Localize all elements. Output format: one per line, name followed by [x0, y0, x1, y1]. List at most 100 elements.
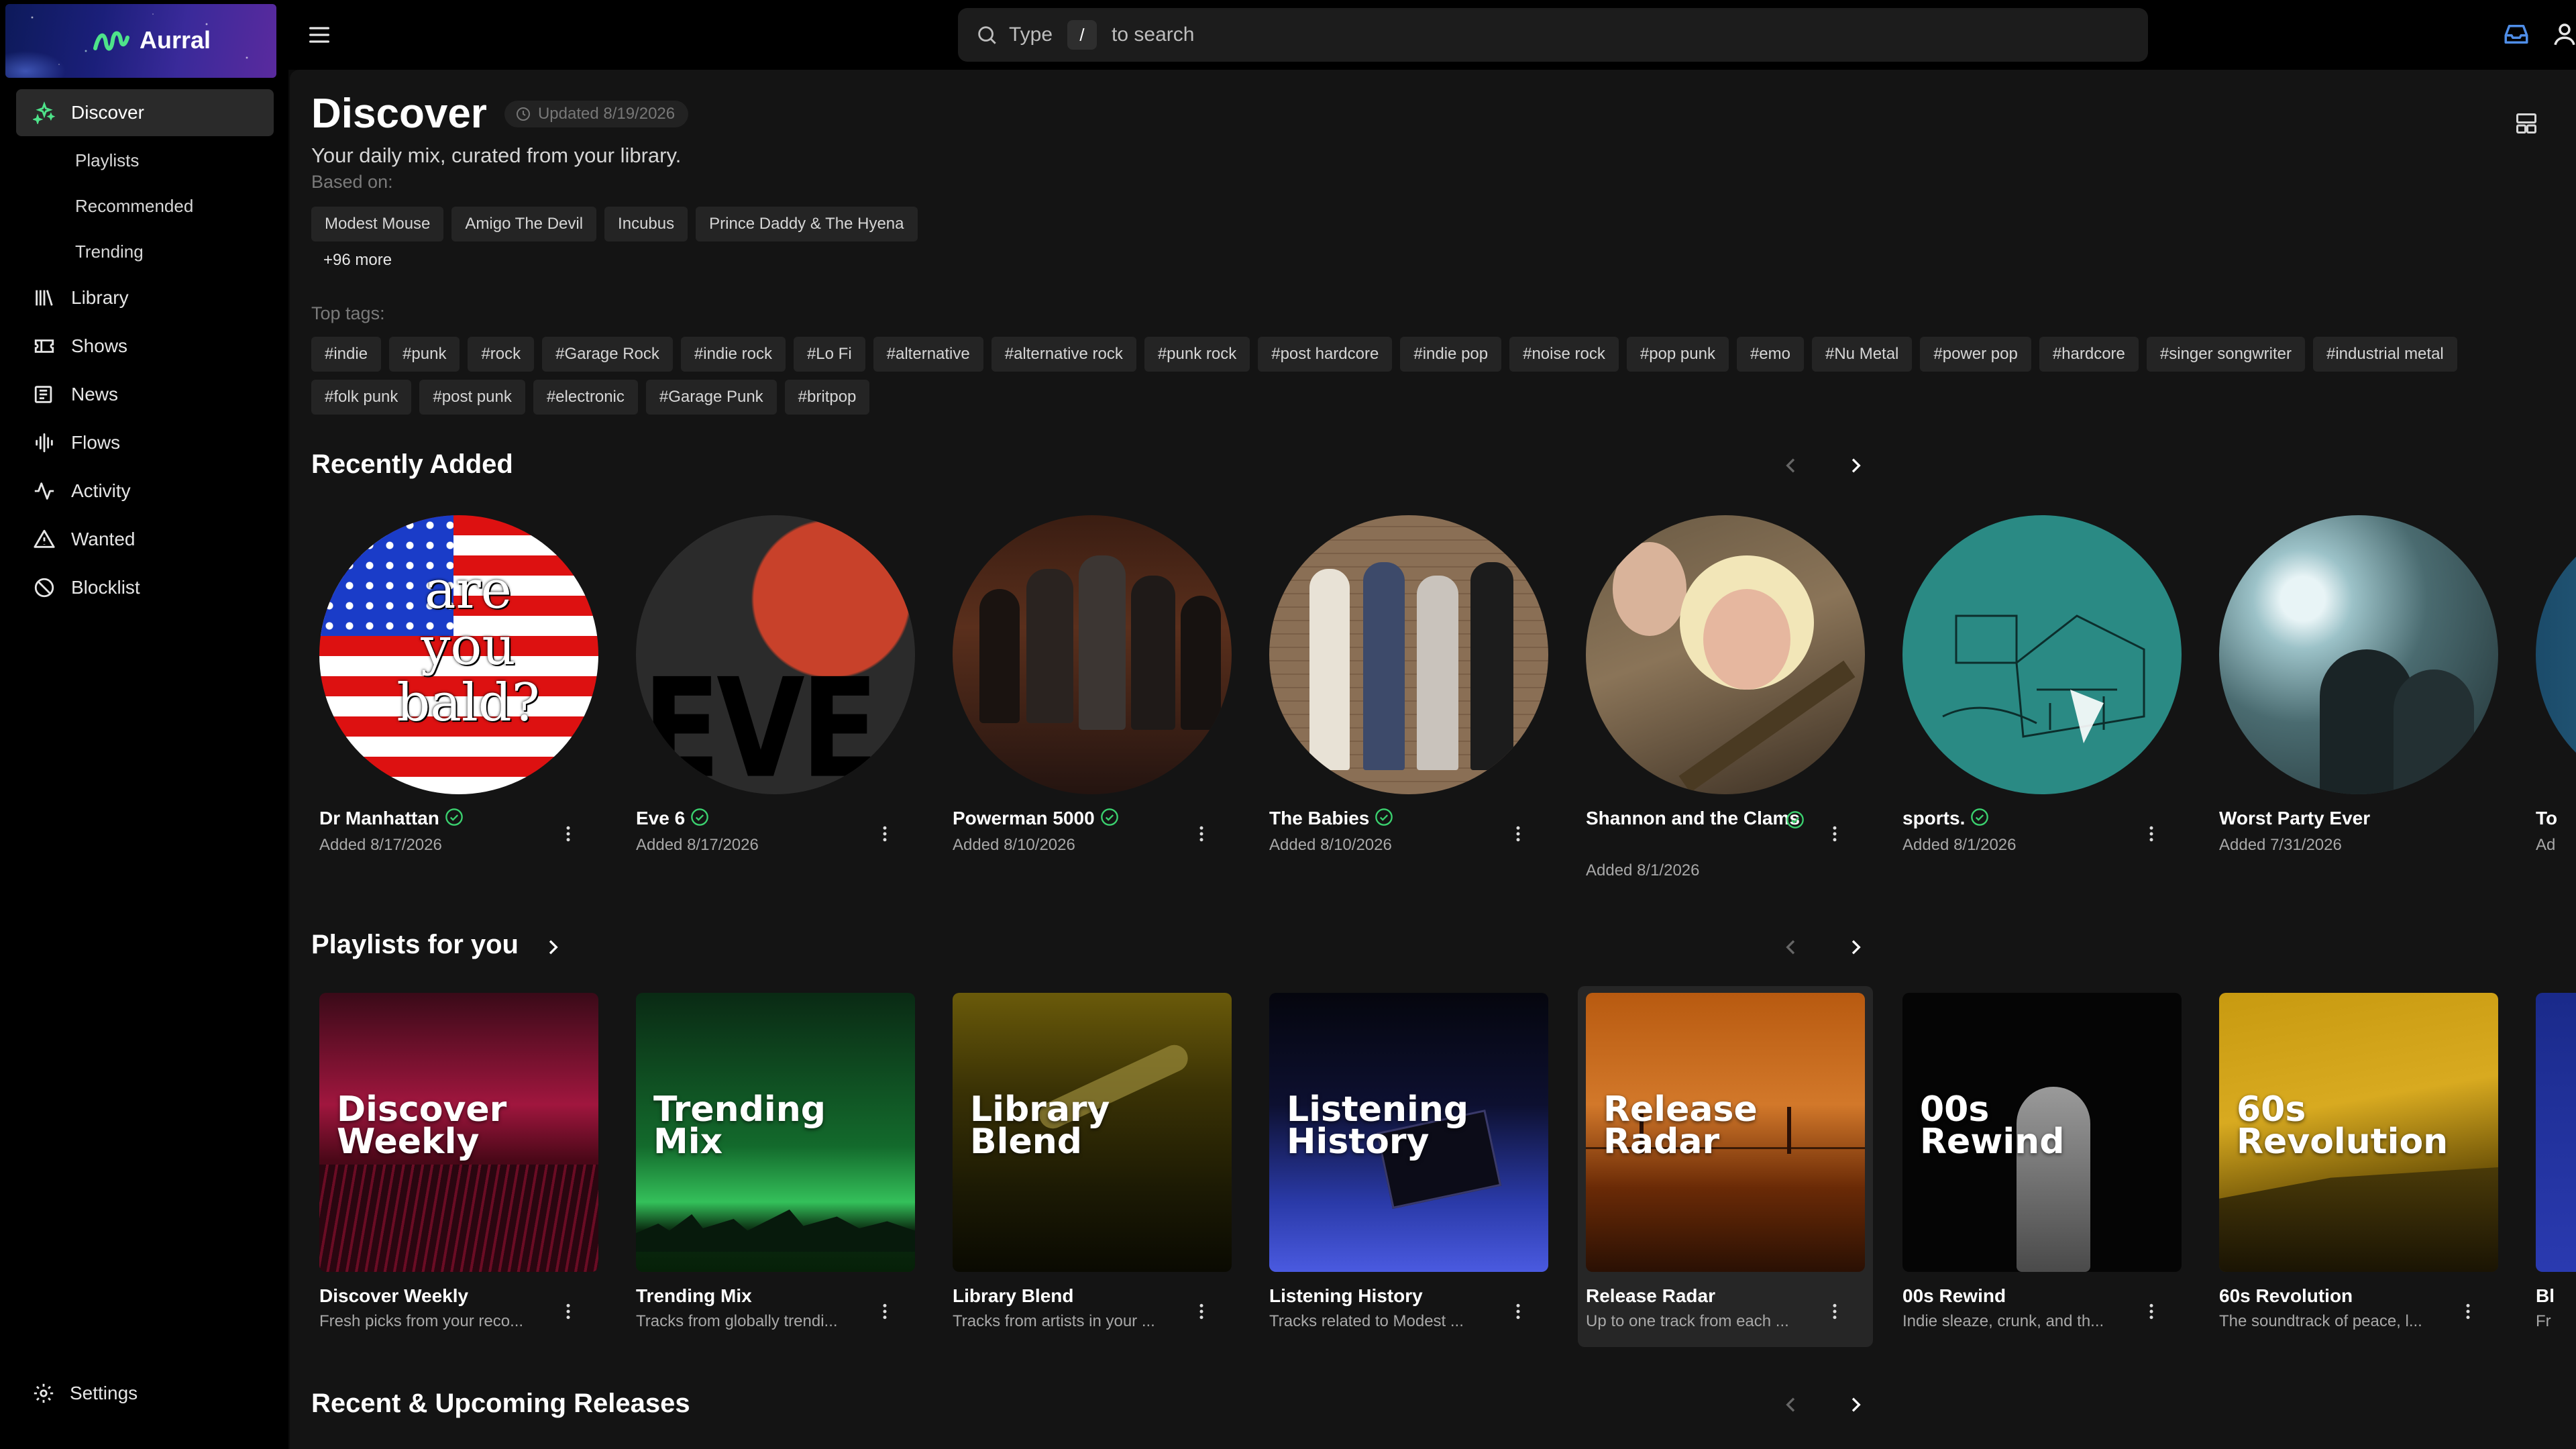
chevron-right-icon[interactable] — [542, 936, 564, 958]
app-name: Aurral — [140, 26, 211, 54]
cliff-shape — [2219, 1167, 2498, 1272]
sidebar-item-library[interactable]: Library — [16, 274, 274, 321]
sidebar-item-shows[interactable]: Shows — [16, 323, 274, 370]
tag-chip[interactable]: #britpop — [784, 380, 870, 415]
playlist-cover: Library Blend — [953, 993, 1232, 1272]
tag-chip[interactable]: #emo — [1736, 337, 1804, 372]
scroll-left-icon[interactable] — [1780, 1394, 1802, 1415]
tag-chip[interactable]: #indie rock — [680, 337, 786, 372]
playlist-cover: 00s Rewind — [1902, 993, 2182, 1272]
figure — [1309, 569, 1350, 770]
more-options-icon[interactable] — [1191, 824, 1212, 844]
face — [1703, 589, 1790, 690]
hamburger-menu-icon[interactable] — [306, 21, 333, 48]
more-options-icon[interactable] — [1191, 1301, 1212, 1322]
artist-chip[interactable]: Amigo The Devil — [451, 207, 597, 241]
playlist-cover-title: Release — [1603, 1089, 1758, 1130]
more-options-icon[interactable] — [2458, 1301, 2478, 1322]
artist-cover: are you bald? — [319, 515, 598, 794]
tag-chip[interactable]: #Garage Rock — [542, 337, 673, 372]
search-input[interactable]: Type / to search — [958, 8, 2148, 62]
scroll-right-icon[interactable] — [1845, 455, 1866, 476]
sidebar-item-trending[interactable]: Trending — [16, 229, 274, 274]
more-options-icon[interactable] — [558, 1301, 578, 1322]
layout-toggle-icon[interactable] — [2514, 111, 2538, 136]
scroll-right-icon[interactable] — [1845, 1394, 1866, 1415]
scroll-left-icon[interactable] — [1780, 455, 1802, 476]
more-artists-link[interactable]: +96 more — [323, 251, 392, 270]
tag-chip[interactable]: #alternative — [873, 337, 983, 372]
sidebar-item-label: Flows — [71, 432, 121, 453]
tag-chip[interactable]: #rock — [468, 337, 535, 372]
sidebar-item-playlists[interactable]: Playlists — [16, 138, 274, 183]
more-options-icon[interactable] — [875, 1301, 895, 1322]
playlist-description: Tracks related to Modest ... — [1269, 1312, 1464, 1330]
tag-chip[interactable]: #folk punk — [311, 380, 412, 415]
artist-chip[interactable]: Incubus — [604, 207, 688, 241]
sidebar-item-activity[interactable]: Activity — [16, 468, 274, 515]
artist-name: Eve 6 — [636, 806, 851, 830]
artist-card[interactable]: To Ad — [2536, 515, 2576, 864]
more-options-icon[interactable] — [1825, 1301, 1845, 1322]
artist-chip[interactable]: Modest Mouse — [311, 207, 444, 241]
tag-chip[interactable]: #punk — [389, 337, 460, 372]
tag-chip[interactable]: #hardcore — [2039, 337, 2139, 372]
artist-chip[interactable]: Prince Daddy & The Hyena — [696, 207, 918, 241]
sidebar-item-settings[interactable]: Settings — [32, 1382, 138, 1405]
tag-chip[interactable]: #alternative rock — [991, 337, 1136, 372]
verified-check-icon — [1786, 811, 1804, 828]
silhouette — [2394, 669, 2474, 794]
sidebar-item-recommended[interactable]: Recommended — [16, 183, 274, 229]
tag-chip[interactable]: #Nu Metal — [1812, 337, 1913, 372]
scroll-right-icon[interactable] — [1845, 936, 1866, 958]
scroll-left-icon[interactable] — [1780, 936, 1802, 958]
tag-chip[interactable]: #indie — [311, 337, 382, 372]
tag-chip[interactable]: #indie pop — [1400, 337, 1502, 372]
tag-chip[interactable]: #Garage Punk — [645, 380, 777, 415]
tag-chip[interactable]: #industrial metal — [2313, 337, 2457, 372]
tag-chip[interactable]: #noise rock — [1509, 337, 1619, 372]
tag-chip[interactable]: #pop punk — [1626, 337, 1729, 372]
more-options-icon[interactable] — [1825, 824, 1845, 844]
activity-icon — [32, 479, 56, 503]
sidebar-item-discover[interactable]: Discover — [16, 89, 274, 136]
tag-chip[interactable]: #post punk — [419, 380, 525, 415]
playlist-cover: Discover Weekly — [319, 993, 598, 1272]
city-skyline — [636, 1210, 915, 1252]
more-options-icon[interactable] — [558, 824, 578, 844]
user-icon[interactable] — [2551, 20, 2576, 48]
more-options-icon[interactable] — [2141, 824, 2161, 844]
tag-chip[interactable]: #singer songwriter — [2146, 337, 2305, 372]
top-tags-label: Top tags: — [311, 303, 385, 323]
app-logo[interactable]: Aurral — [5, 4, 276, 78]
added-date: Added 8/1/2026 — [1902, 836, 2017, 854]
search-shortcut-key: / — [1067, 20, 1097, 50]
sidebar-item-flows[interactable]: Flows — [16, 419, 274, 466]
more-options-icon[interactable] — [1508, 1301, 1528, 1322]
playlist-description: Fr — [2536, 1312, 2551, 1330]
artist-cover — [2536, 515, 2576, 794]
search-icon — [978, 26, 996, 44]
sidebar-item-label: Activity — [71, 480, 131, 501]
tag-chip[interactable]: #electronic — [533, 380, 638, 415]
tree — [1787, 1107, 1791, 1154]
main-content: Discover Updated 8/19/2026 Your daily mi… — [290, 70, 2576, 1449]
tag-chip[interactable]: #punk rock — [1144, 337, 1250, 372]
playlist-cover-title: Discover — [337, 1089, 507, 1130]
sidebar-item-blocklist[interactable]: Blocklist — [16, 564, 274, 611]
playlists-title[interactable]: Playlists for you — [311, 930, 519, 960]
tag-chip[interactable]: #post hardcore — [1258, 337, 1393, 372]
cover-text: EVE — [643, 649, 879, 794]
more-options-icon[interactable] — [1508, 824, 1528, 844]
inbox-icon[interactable] — [2502, 20, 2530, 48]
playlist-card[interactable]: Bl Fr — [2536, 993, 2576, 1342]
more-options-icon[interactable] — [875, 824, 895, 844]
more-options-icon[interactable] — [2141, 1301, 2161, 1322]
verified-check-icon — [1971, 808, 1989, 826]
tag-chip[interactable]: #power pop — [1920, 337, 2031, 372]
sidebar-item-news[interactable]: News — [16, 371, 274, 418]
artist-cover — [1269, 515, 1548, 794]
tag-chip[interactable]: #Lo Fi — [793, 337, 865, 372]
sidebar-item-wanted[interactable]: Wanted — [16, 516, 274, 563]
playlist-cover: 60s Revolution — [2219, 993, 2498, 1272]
